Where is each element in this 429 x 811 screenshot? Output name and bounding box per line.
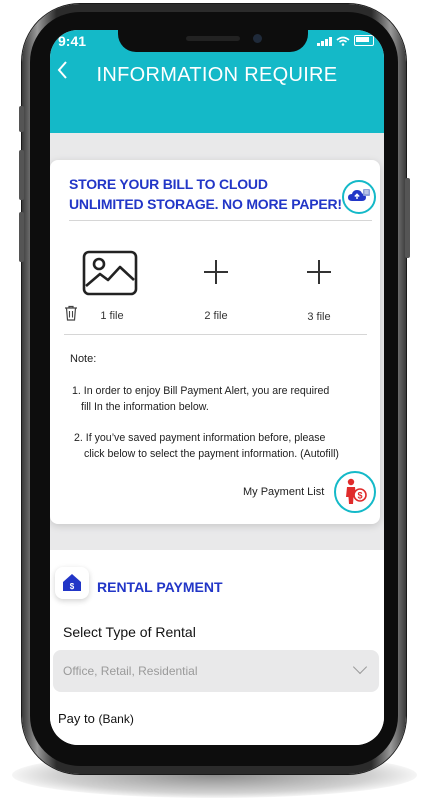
mute-switch bbox=[19, 106, 24, 132]
house-dollar-icon: $ bbox=[63, 574, 81, 591]
page-title: INFORMATION REQUIRE bbox=[96, 64, 338, 86]
rental-icon-tile: $ bbox=[55, 567, 89, 599]
signal-icon bbox=[317, 36, 332, 46]
svg-text:$: $ bbox=[70, 582, 75, 591]
volume-up-button bbox=[19, 150, 24, 200]
wifi-icon bbox=[336, 36, 350, 46]
svg-text:$: $ bbox=[357, 491, 362, 501]
cloud-upload-button[interactable] bbox=[342, 180, 376, 214]
rental-type-select[interactable]: Office, Retail, Residential bbox=[53, 650, 379, 692]
file-slot-3-label: 3 file bbox=[307, 311, 331, 323]
note-label: Note: bbox=[70, 353, 97, 365]
person-payment-icon: $ bbox=[346, 478, 367, 504]
plus-icon bbox=[204, 260, 228, 284]
rental-title: RENTAL PAYMENT bbox=[97, 579, 223, 595]
cloud-storage-card: STORE YOUR BILL TO CLOUD UNLIMITED STORA… bbox=[50, 160, 380, 524]
image-icon bbox=[82, 250, 138, 296]
pay-to-hint: (Bank) bbox=[98, 712, 134, 726]
divider bbox=[64, 334, 367, 335]
file-slot-2[interactable]: 2 file bbox=[176, 246, 256, 326]
volume-down-button bbox=[19, 212, 24, 262]
cloud-upload-icon bbox=[348, 189, 370, 201]
trash-icon[interactable] bbox=[64, 305, 78, 326]
rental-type-placeholder: Office, Retail, Residential bbox=[63, 664, 198, 678]
file-slot-2-label: 2 file bbox=[204, 310, 228, 322]
pay-to-text: Pay to bbox=[58, 711, 95, 726]
file-slot-3[interactable]: 3 file bbox=[279, 246, 359, 326]
pay-to-label: Pay to (Bank) bbox=[58, 711, 134, 726]
note-line: fill In the information below. bbox=[81, 401, 209, 413]
chevron-down-icon bbox=[352, 659, 368, 675]
speaker-grille bbox=[186, 36, 240, 41]
file-slot-1-label: 1 file bbox=[100, 310, 124, 322]
note-line: 2. If you’ve saved payment information b… bbox=[74, 432, 326, 444]
divider bbox=[69, 220, 372, 221]
status-icons bbox=[317, 35, 374, 46]
note-line: click below to select the payment inform… bbox=[84, 448, 339, 460]
file-slot-1[interactable]: 1 file bbox=[72, 246, 152, 326]
battery-icon bbox=[354, 35, 374, 46]
app-screen: 9:41 INFORMATION REQUIRE STORE YOUR BILL… bbox=[50, 30, 384, 745]
rental-type-label: Select Type of Rental bbox=[63, 624, 196, 640]
phone-notch bbox=[118, 30, 308, 52]
note-line: 1. In order to enjoy Bill Payment Alert,… bbox=[72, 385, 330, 397]
power-button bbox=[405, 178, 410, 258]
payment-list-label[interactable]: My Payment List bbox=[243, 486, 324, 498]
plus-icon bbox=[307, 260, 331, 284]
cloud-headline-2: UNLIMITED STORAGE. NO MORE PAPER! bbox=[69, 196, 342, 212]
front-camera bbox=[253, 34, 262, 43]
payment-list-button[interactable]: $ bbox=[334, 471, 376, 513]
status-time: 9:41 bbox=[58, 33, 87, 49]
cloud-headline-1: STORE YOUR BILL TO CLOUD bbox=[69, 176, 268, 192]
